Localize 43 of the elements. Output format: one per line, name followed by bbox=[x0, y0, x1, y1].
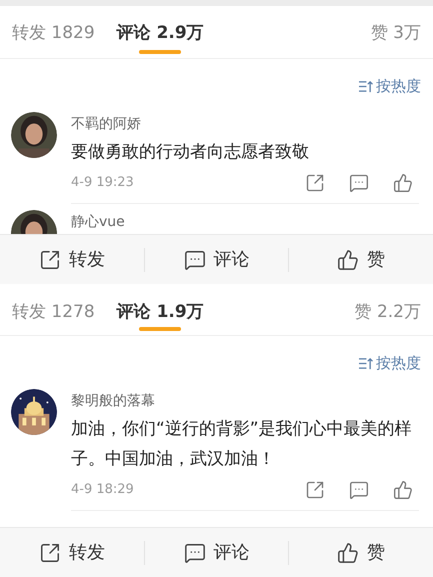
username[interactable]: 不羁的阿娇 bbox=[71, 112, 413, 134]
sort-icon bbox=[358, 80, 373, 93]
thumbs-up-icon bbox=[393, 172, 413, 192]
username[interactable]: 静心vue bbox=[71, 210, 419, 232]
tab[interactable]: 转发 1278 bbox=[12, 290, 95, 335]
thumbs-up-icon bbox=[337, 248, 360, 270]
share-icon bbox=[38, 542, 61, 564]
sort-icon bbox=[358, 356, 373, 370]
sort-button[interactable]: 按热度 bbox=[358, 352, 421, 374]
toolbar-button[interactable]: 评论 bbox=[144, 539, 288, 566]
comment-text: 要做勇敢的行动者向志愿者致敬 bbox=[71, 140, 310, 164]
comment-icon bbox=[184, 542, 206, 564]
comment-text: 加油，你们“逆行的背影”是我们心中最美的样子。中国加油，武汉加油！ bbox=[71, 418, 413, 470]
share-icon bbox=[305, 172, 325, 192]
username[interactable]: 黎明般的落幕 bbox=[71, 388, 413, 412]
thumbs-up-icon bbox=[393, 480, 413, 500]
toolbar-button[interactable]: 转发 bbox=[0, 539, 144, 566]
comment-icon bbox=[349, 172, 369, 192]
share-icon bbox=[305, 480, 325, 500]
share-icon bbox=[38, 248, 61, 270]
toolbar-button[interactable]: 赞 bbox=[289, 246, 433, 273]
tab[interactable]: 评论 2.9万 bbox=[116, 10, 204, 58]
timestamp: 4-9 19:23 bbox=[71, 174, 134, 192]
tab[interactable]: 转发 1829 bbox=[12, 10, 95, 58]
tab[interactable]: 赞 3万 bbox=[370, 10, 421, 58]
toolbar-button[interactable]: 转发 bbox=[0, 246, 144, 273]
toolbar-button[interactable]: 赞 bbox=[289, 539, 433, 566]
tab[interactable]: 赞 2.2万 bbox=[354, 290, 421, 335]
action-button[interactable] bbox=[305, 172, 325, 192]
tab-indicator bbox=[139, 327, 182, 331]
action-button[interactable] bbox=[305, 480, 325, 500]
toolbar-button[interactable]: 评论 bbox=[144, 246, 288, 273]
timestamp: 4-9 18:29 bbox=[71, 480, 134, 499]
action-button[interactable] bbox=[393, 480, 413, 500]
tab[interactable]: 评论 1.9万 bbox=[116, 290, 204, 335]
action-button[interactable] bbox=[349, 480, 369, 500]
sort-button[interactable]: 按热度 bbox=[358, 75, 421, 98]
tab-indicator bbox=[139, 50, 182, 54]
thumbs-up-icon bbox=[337, 542, 360, 564]
comment-icon bbox=[349, 480, 369, 500]
action-button[interactable] bbox=[393, 172, 413, 192]
comment-icon bbox=[184, 248, 206, 270]
action-button[interactable] bbox=[349, 172, 369, 192]
